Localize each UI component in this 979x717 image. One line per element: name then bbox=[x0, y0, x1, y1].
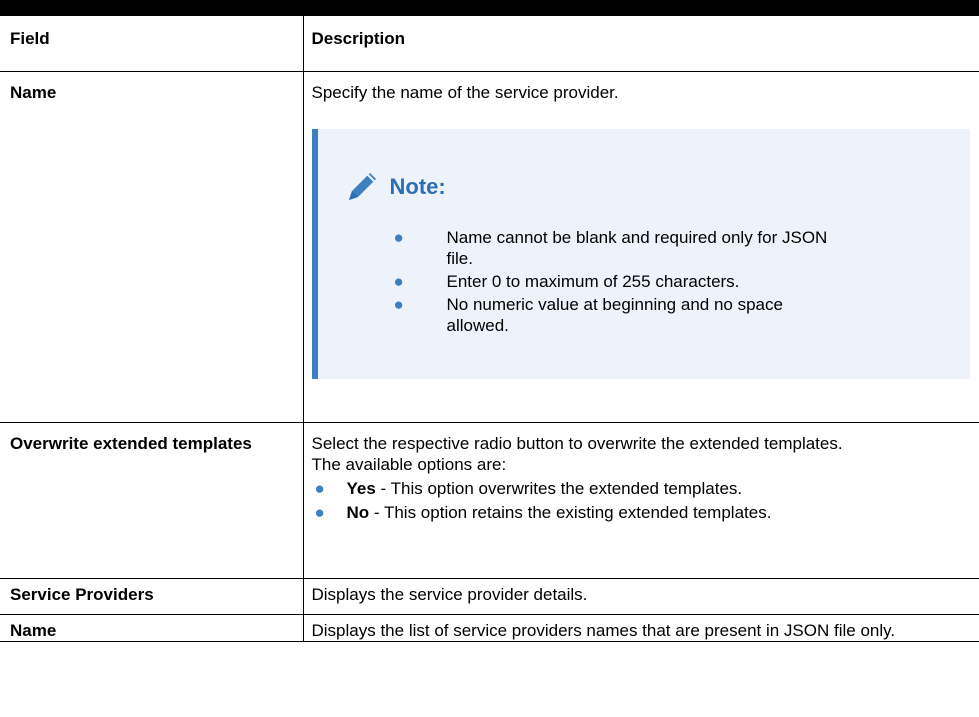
table-row: Name Specify the name of the service pro… bbox=[0, 71, 979, 423]
note-item-text: No numeric value at beginning and no spa… bbox=[446, 295, 783, 335]
options-list: ● Yes - This option overwrites the extend… bbox=[312, 478, 970, 523]
list-item: ● No numeric value at beginning and no sp… bbox=[392, 294, 832, 336]
header-field: Field bbox=[0, 15, 304, 72]
field-name: Overwrite extended templates bbox=[0, 422, 304, 579]
option-text: - This option retains the existing exten… bbox=[369, 503, 772, 522]
field-name: Service Providers bbox=[0, 578, 304, 615]
pencil-icon bbox=[348, 173, 376, 200]
bullet: ● bbox=[314, 479, 325, 498]
table-row: Service Providers Displays the service p… bbox=[0, 578, 979, 615]
description-cell: Displays the service provider details. bbox=[302, 578, 979, 615]
note-item-text: Name cannot be blank and required only f… bbox=[446, 228, 828, 268]
note-box: Note: ● Name cannot be blank and required… bbox=[311, 129, 970, 379]
field-description-table: Field Description Name Specify the name … bbox=[0, 15, 979, 642]
table-row: Name Displays the list of service provid… bbox=[0, 614, 979, 642]
description-text: Specify the name of the service provider… bbox=[311, 83, 619, 102]
description-cell: Displays the list of service providers n… bbox=[302, 614, 979, 642]
list-item: ● Yes - This option overwrites the extend… bbox=[312, 478, 970, 499]
description-text: Select the respective radio button to ov… bbox=[311, 434, 843, 453]
list-item: ● No - This option retains the existing e… bbox=[312, 502, 970, 523]
note-item-text: Enter 0 to maximum of 255 characters. bbox=[446, 272, 740, 291]
option-term: No bbox=[346, 503, 370, 522]
bullet: ● bbox=[393, 272, 404, 291]
option-text: - This option overwrites the extended te… bbox=[375, 479, 743, 498]
header-description: Description bbox=[302, 15, 979, 72]
option-term: Yes bbox=[346, 479, 376, 498]
bullet: ● bbox=[393, 228, 404, 247]
field-name: Name bbox=[0, 71, 304, 423]
description-cell: Specify the name of the service provider… bbox=[302, 71, 979, 423]
description-cell: Select the respective radio button to ov… bbox=[302, 422, 979, 579]
bullet: ● bbox=[393, 295, 404, 314]
table-row: Overwrite extended templates Select the … bbox=[0, 422, 979, 579]
note-heading: Note: bbox=[346, 169, 446, 203]
note-list: ● Name cannot be blank and required only … bbox=[392, 227, 832, 338]
field-name: Name bbox=[0, 614, 304, 642]
list-item: ● Enter 0 to maximum of 255 characters. bbox=[392, 271, 832, 292]
options-intro: The available options are: bbox=[311, 455, 507, 474]
note-title: Note: bbox=[389, 173, 446, 199]
bullet: ● bbox=[314, 503, 325, 522]
list-item: ● Name cannot be blank and required only … bbox=[392, 227, 832, 269]
top-border-bar bbox=[0, 0, 979, 15]
table-header-row: Field Description bbox=[0, 15, 979, 72]
